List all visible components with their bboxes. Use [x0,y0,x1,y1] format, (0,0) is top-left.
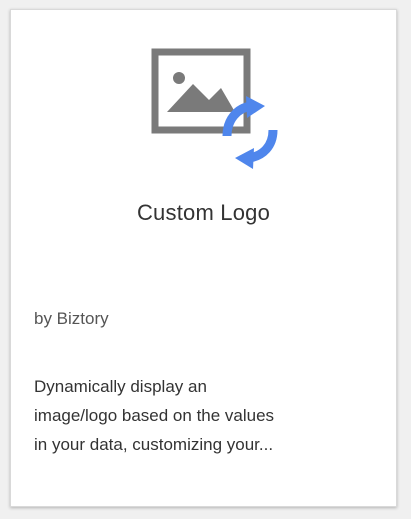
description-line: in your data, customizing your... [34,435,274,454]
description-line: Dynamically display an [34,377,207,396]
image-refresh-icon [151,48,286,170]
card-title: Custom Logo [136,200,271,225]
extension-card[interactable]: Custom Logo by Biztory Dynamically displ… [10,9,397,507]
card-author: by Biztory [34,309,109,328]
description-line: image/logo based on the values [34,406,275,425]
card-description: Dynamically display an image/logo based … [34,372,379,459]
